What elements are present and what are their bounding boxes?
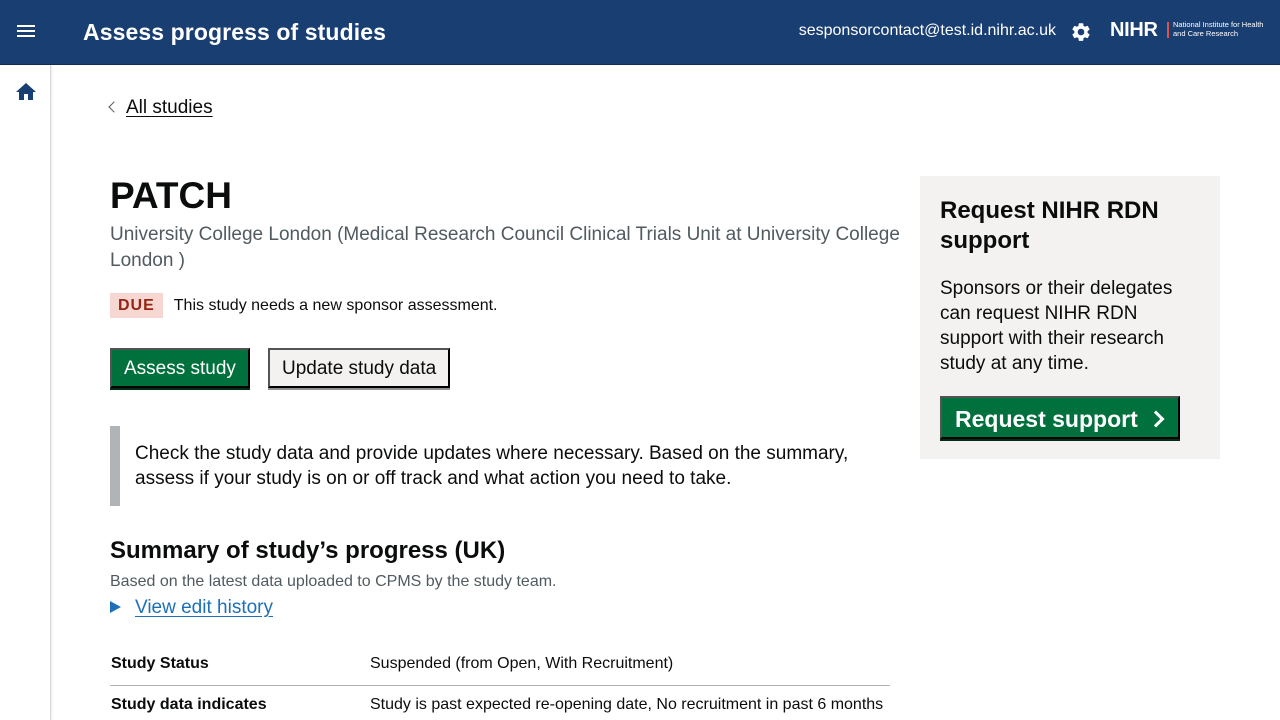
study-organisation: University College London (Medical Resea… [110,224,900,271]
summary-key: Study data indicates [111,696,267,713]
request-support-button[interactable]: Request support [940,396,1180,439]
study-title: PATCH [110,175,232,216]
side-navigation [0,65,51,720]
update-study-data-button[interactable]: Update study data [268,348,451,388]
summary-key: Study Status [111,655,209,672]
request-support-label: Request support [955,406,1138,432]
back-link-all-studies[interactable]: All studies [108,97,213,119]
summary-row: Study data indicates Study is past expec… [110,696,890,720]
app-title: Assess progress of studies [83,19,386,45]
gear-icon[interactable] [1070,21,1092,43]
logo-subtext: National Institute for Health and Care R… [1173,20,1264,38]
inset-text: Check the study data and provide updates… [110,426,890,506]
details-label: View edit history [135,597,273,618]
summary-value: Study is past expected re-opening date, … [370,696,884,713]
nihr-logo: NIHR National Institute for Health and C… [1110,19,1270,43]
top-header: Assess progress of studies sesponsorcont… [0,0,1280,65]
home-icon[interactable] [14,80,38,104]
support-panel-body: Sponsors or their delegates can request … [940,278,1173,374]
chevron-right-icon [1147,410,1165,428]
support-panel-heading: Request NIHR RDN support [940,197,1159,254]
summary-row: Study Status Suspended (from Open, With … [110,655,890,686]
assess-study-button[interactable]: Assess study [110,348,250,388]
view-edit-history-toggle[interactable]: View edit history [110,597,273,619]
summary-heading: Summary of study’s progress (UK) [110,537,506,564]
status-badge: DUE [110,293,163,318]
summary-value: Suspended (from Open, With Recruitment) [370,655,674,672]
triangle-right-icon [110,601,121,613]
user-email: sesponsorcontact@test.id.nihr.ac.uk [798,22,1056,39]
summary-subtext: Based on the latest data uploaded to CPM… [110,573,557,590]
chevron-left-icon [108,101,120,113]
logo-wordmark: NIHR [1110,19,1158,41]
status-message: This study needs a new sponsor assessmen… [173,296,498,314]
status-row: DUE This study needs a new sponsor asses… [110,293,498,318]
back-link-label: All studies [126,97,213,118]
logo-divider [1167,22,1169,38]
support-panel: Request NIHR RDN support Sponsors or the… [920,176,1220,459]
hamburger-menu-icon[interactable] [16,22,38,42]
